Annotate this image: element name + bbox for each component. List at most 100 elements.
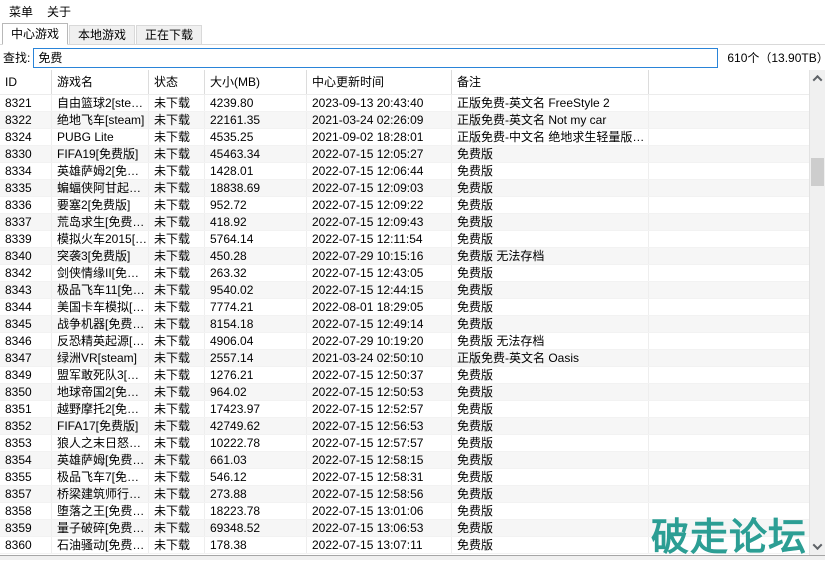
table-row[interactable]: 8340 突袭3[免费版] 未下载 450.28 2022-07-29 10:1… xyxy=(0,248,809,265)
cell-updated: 2022-07-15 12:09:43 xyxy=(307,214,452,230)
cell-filler xyxy=(649,214,809,230)
cell-name: 绿洲VR[steam] xyxy=(52,350,149,366)
cell-filler xyxy=(649,469,809,485)
cell-filler xyxy=(649,299,809,315)
table-row[interactable]: 8345 战争机器[免费… 未下载 8154.18 2022-07-15 12:… xyxy=(0,316,809,333)
cell-id: 8357 xyxy=(0,486,52,502)
cell-status: 未下载 xyxy=(149,486,205,502)
table-row[interactable]: 8351 越野摩托2[免… 未下载 17423.97 2022-07-15 12… xyxy=(0,401,809,418)
cell-updated: 2023-09-13 20:43:40 xyxy=(307,95,452,111)
cell-note: 免费版 xyxy=(452,435,649,451)
scrollbar-thumb[interactable] xyxy=(811,158,824,186)
table-row[interactable]: 8335 蝙蝠侠阿甘起… 未下载 18838.69 2022-07-15 12:… xyxy=(0,180,809,197)
cell-updated: 2022-07-15 12:09:03 xyxy=(307,180,452,196)
cell-size: 5764.14 xyxy=(205,231,307,247)
tab-local-games[interactable]: 本地游戏 xyxy=(69,25,135,44)
table-row[interactable]: 8353 狼人之末日怒… 未下载 10222.78 2022-07-15 12:… xyxy=(0,435,809,452)
column-header-id[interactable]: ID xyxy=(0,70,52,94)
cell-updated: 2022-07-15 12:58:56 xyxy=(307,486,452,502)
cell-filler xyxy=(649,231,809,247)
tab-center-games[interactable]: 中心游戏 xyxy=(2,23,68,45)
table-row[interactable]: 8339 模拟火车2015[… 未下载 5764.14 2022-07-15 1… xyxy=(0,231,809,248)
cell-size: 18838.69 xyxy=(205,180,307,196)
cell-name: 突袭3[免费版] xyxy=(52,248,149,264)
cell-status: 未下载 xyxy=(149,367,205,383)
window-bottom-edge xyxy=(0,556,825,560)
vertical-scrollbar[interactable] xyxy=(809,70,825,555)
cell-status: 未下载 xyxy=(149,197,205,213)
cell-status: 未下载 xyxy=(149,537,205,553)
table-row[interactable]: 8352 FIFA17[免费版] 未下载 42749.62 2022-07-15… xyxy=(0,418,809,435)
table-row[interactable]: 8346 反恐精英起源[… 未下载 4906.04 2022-07-29 10:… xyxy=(0,333,809,350)
table-row[interactable]: 8337 荒岛求生[免费… 未下载 418.92 2022-07-15 12:0… xyxy=(0,214,809,231)
search-input[interactable] xyxy=(33,48,718,68)
cell-id: 8339 xyxy=(0,231,52,247)
cell-status: 未下载 xyxy=(149,112,205,128)
table-row[interactable]: 8344 美国卡车模拟[… 未下载 7774.21 2022-08-01 18:… xyxy=(0,299,809,316)
column-header-size[interactable]: 大小(MB) xyxy=(205,70,307,94)
cell-status: 未下载 xyxy=(149,95,205,111)
cell-id: 8346 xyxy=(0,333,52,349)
table-row[interactable]: 8336 要塞2[免费版] 未下载 952.72 2022-07-15 12:0… xyxy=(0,197,809,214)
cell-size: 273.88 xyxy=(205,486,307,502)
cell-size: 22161.35 xyxy=(205,112,307,128)
cell-filler xyxy=(649,350,809,366)
cell-status: 未下载 xyxy=(149,418,205,434)
cell-note: 免费版 xyxy=(452,214,649,230)
cell-note: 免费版 xyxy=(452,520,649,536)
cell-updated: 2021-03-24 02:26:09 xyxy=(307,112,452,128)
table-row[interactable]: 8342 剑侠情缘II[免… 未下载 263.32 2022-07-15 12:… xyxy=(0,265,809,282)
table-row[interactable]: 8343 极品飞车11[免… 未下载 9540.02 2022-07-15 12… xyxy=(0,282,809,299)
cell-size: 952.72 xyxy=(205,197,307,213)
cell-updated: 2022-07-15 12:56:53 xyxy=(307,418,452,434)
column-header-updated[interactable]: 中心更新时间 xyxy=(307,70,452,94)
cell-id: 8321 xyxy=(0,95,52,111)
table-row[interactable]: 8322 绝地飞车[steam] 未下载 22161.35 2021-03-24… xyxy=(0,112,809,129)
table-row[interactable]: 8360 石油骚动[免费… 未下载 178.38 2022-07-15 13:0… xyxy=(0,537,809,554)
cell-id: 8347 xyxy=(0,350,52,366)
cell-id: 8351 xyxy=(0,401,52,417)
cell-updated: 2022-07-15 12:09:22 xyxy=(307,197,452,213)
table-row[interactable]: 8349 盟军敢死队3[… 未下载 1276.21 2022-07-15 12:… xyxy=(0,367,809,384)
table-row[interactable]: 8357 桥梁建筑师行… 未下载 273.88 2022-07-15 12:58… xyxy=(0,486,809,503)
scroll-down-button[interactable] xyxy=(810,538,825,555)
table-row[interactable]: 8321 自由篮球2[ste… 未下载 4239.80 2023-09-13 2… xyxy=(0,95,809,112)
cell-filler xyxy=(649,537,809,553)
cell-id: 8342 xyxy=(0,265,52,281)
cell-size: 546.12 xyxy=(205,469,307,485)
menu-item-menu[interactable]: 菜单 xyxy=(2,0,40,23)
cell-updated: 2022-07-15 12:06:44 xyxy=(307,163,452,179)
cell-note: 免费版 xyxy=(452,486,649,502)
table-row[interactable]: 8347 绿洲VR[steam] 未下载 2557.14 2021-03-24 … xyxy=(0,350,809,367)
cell-filler xyxy=(649,384,809,400)
cell-name: FIFA19[免费版] xyxy=(52,146,149,162)
scroll-up-button[interactable] xyxy=(810,70,825,87)
table-row[interactable]: 8350 地球帝国2[免… 未下载 964.02 2022-07-15 12:5… xyxy=(0,384,809,401)
cell-note: 免费版 xyxy=(452,384,649,400)
tab-downloading[interactable]: 正在下载 xyxy=(136,25,202,44)
table-row[interactable]: 8358 堕落之王[免费… 未下载 18223.78 2022-07-15 13… xyxy=(0,503,809,520)
table-row[interactable]: 8330 FIFA19[免费版] 未下载 45463.34 2022-07-15… xyxy=(0,146,809,163)
cell-size: 17423.97 xyxy=(205,401,307,417)
cell-updated: 2022-08-01 18:29:05 xyxy=(307,299,452,315)
cell-name: 桥梁建筑师行… xyxy=(52,486,149,502)
cell-id: 8330 xyxy=(0,146,52,162)
cell-filler xyxy=(649,333,809,349)
table-row[interactable]: 8324 PUBG Lite 未下载 4535.25 2021-09-02 18… xyxy=(0,129,809,146)
menu-item-about[interactable]: 关于 xyxy=(40,0,78,23)
cell-updated: 2022-07-15 12:44:15 xyxy=(307,282,452,298)
cell-size: 178.38 xyxy=(205,537,307,553)
table-row[interactable]: 8354 英雄萨姆[免费… 未下载 661.03 2022-07-15 12:5… xyxy=(0,452,809,469)
cell-size: 418.92 xyxy=(205,214,307,230)
column-header-name[interactable]: 游戏名 xyxy=(52,70,149,94)
cell-name: 盟军敢死队3[… xyxy=(52,367,149,383)
cell-filler xyxy=(649,265,809,281)
table-row[interactable]: 8355 极品飞车7[免… 未下载 546.12 2022-07-15 12:5… xyxy=(0,469,809,486)
column-header-note[interactable]: 备注 xyxy=(452,70,649,94)
column-header-status[interactable]: 状态 xyxy=(149,70,205,94)
cell-name: 地球帝国2[免… xyxy=(52,384,149,400)
column-header-filler xyxy=(649,70,809,94)
table-row[interactable]: 8334 英雄萨姆2[免… 未下载 1428.01 2022-07-15 12:… xyxy=(0,163,809,180)
cell-filler xyxy=(649,520,809,536)
table-row[interactable]: 8359 量子破碎[免费… 未下载 69348.52 2022-07-15 13… xyxy=(0,520,809,537)
